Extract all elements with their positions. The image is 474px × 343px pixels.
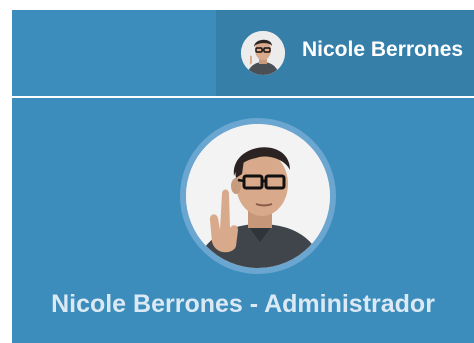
user-header-panel: Nicole Berrones - Administrador — [12, 98, 474, 343]
user-avatar-large-icon — [186, 124, 330, 268]
app-frame: Nicole Berrones Nicole Berrones - Admini… — [0, 0, 474, 343]
user-avatar-small-icon — [241, 31, 285, 75]
left-gutter — [0, 0, 12, 343]
user-menu-toggle[interactable]: Nicole Berrones — [216, 10, 474, 96]
user-header-title: Nicole Berrones - Administrador — [51, 290, 435, 318]
navbar-user-name: Nicole Berrones — [302, 38, 464, 61]
